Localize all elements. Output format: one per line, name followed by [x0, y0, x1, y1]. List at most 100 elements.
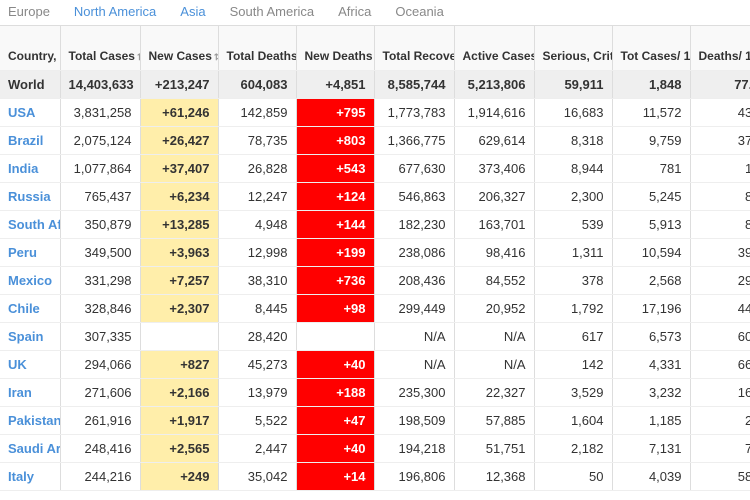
cell-deaths-per-m: 83	[690, 210, 750, 238]
country-link[interactable]: Pakistan	[8, 413, 60, 428]
country-link[interactable]: Chile	[8, 301, 40, 316]
cell-new-cases: +213,247	[140, 70, 218, 98]
cell-new-deaths	[296, 322, 374, 350]
tab-asia[interactable]: Asia	[180, 4, 205, 19]
cell-total-cases: 765,437	[60, 182, 140, 210]
cell-new-deaths: +40	[296, 350, 374, 378]
col-total-cases[interactable]: Total Cases⇅	[60, 26, 140, 70]
country-link[interactable]: Brazil	[8, 133, 43, 148]
cell-total-deaths: 12,247	[218, 182, 296, 210]
cell-total-deaths: 45,273	[218, 350, 296, 378]
col-active[interactable]: Active Cases⇅	[454, 26, 534, 70]
country-link[interactable]: Iran	[8, 385, 32, 400]
cell-active: 51,751	[454, 434, 534, 462]
cell-recovered: 8,585,744	[374, 70, 454, 98]
col-new-deaths[interactable]: New Deaths⇅	[296, 26, 374, 70]
country-link[interactable]: Russia	[8, 189, 51, 204]
cell-new-cases: +3,963	[140, 238, 218, 266]
cell-cases-per-m: 4,039	[612, 462, 690, 490]
table-row: UK294,066+82745,273+40N/AN/A1424,3316671…	[0, 350, 750, 378]
tab-north-america[interactable]: North America	[74, 4, 156, 19]
table-row: Pakistan261,916+1,9175,522+47198,50957,8…	[0, 406, 750, 434]
cell-deaths-per-m: 667	[690, 350, 750, 378]
cell-cases-per-m: 11,572	[612, 98, 690, 126]
cell-deaths-per-m: 580	[690, 462, 750, 490]
cell-country: Mexico	[0, 266, 60, 294]
country-link[interactable]: Italy	[8, 469, 34, 484]
cell-new-cases: +26,427	[140, 126, 218, 154]
cell-deaths-per-m: 431	[690, 98, 750, 126]
cell-cases-per-m: 17,196	[612, 294, 690, 322]
cell-total-deaths: 35,042	[218, 462, 296, 490]
cell-critical: 50	[534, 462, 612, 490]
cell-total-cases: 271,606	[60, 378, 140, 406]
table-row: South Africa350,879+13,2854,948+144182,2…	[0, 210, 750, 238]
country-link[interactable]: South Africa	[8, 217, 60, 232]
table-row: Spain307,33528,420N/AN/A6176,5736086,026…	[0, 322, 750, 350]
country-link[interactable]: Peru	[8, 245, 37, 260]
cell-recovered: 546,863	[374, 182, 454, 210]
cell-new-cases: +249	[140, 462, 218, 490]
cell-deaths-per-m: 442	[690, 294, 750, 322]
country-link[interactable]: Saudi Arabia	[8, 441, 60, 456]
cell-active: 629,614	[454, 126, 534, 154]
cell-total-cases: 350,879	[60, 210, 140, 238]
cell-deaths-per-m: 166	[690, 378, 750, 406]
col-cases-per-m[interactable]: Tot Cases/ 1M pop⇅	[612, 26, 690, 70]
cell-country: Iran	[0, 378, 60, 406]
cell-total-cases: 294,066	[60, 350, 140, 378]
header-row: Country, Other⇅ Total Cases⇅ New Cases⇅ …	[0, 26, 750, 70]
table-row: USA3,831,258+61,246142,859+7951,773,7831…	[0, 98, 750, 126]
table-row: Chile328,846+2,3078,445+98299,44920,9521…	[0, 294, 750, 322]
cell-total-deaths: 604,083	[218, 70, 296, 98]
cell-country: Spain	[0, 322, 60, 350]
cell-cases-per-m: 5,913	[612, 210, 690, 238]
cell-total-cases: 3,831,258	[60, 98, 140, 126]
country-link[interactable]: India	[8, 161, 38, 176]
col-new-cases[interactable]: New Cases⇅	[140, 26, 218, 70]
cell-recovered: 677,630	[374, 154, 454, 182]
cell-total-cases: 261,916	[60, 406, 140, 434]
country-link[interactable]: USA	[8, 105, 35, 120]
cell-recovered: 238,086	[374, 238, 454, 266]
cell-recovered: 194,218	[374, 434, 454, 462]
tab-south-america[interactable]: South America	[230, 4, 315, 19]
cell-active: 57,885	[454, 406, 534, 434]
cell-new-cases: +1,917	[140, 406, 218, 434]
country-link[interactable]: Mexico	[8, 273, 52, 288]
cell-total-cases: 1,077,864	[60, 154, 140, 182]
cell-deaths-per-m: 297	[690, 266, 750, 294]
table-row: Mexico331,298+7,25738,310+736208,43684,5…	[0, 266, 750, 294]
country-link[interactable]: UK	[8, 357, 27, 372]
cell-active: 12,368	[454, 462, 534, 490]
col-recovered[interactable]: Total Recovered⇅	[374, 26, 454, 70]
tab-africa[interactable]: Africa	[338, 4, 371, 19]
col-deaths-per-m[interactable]: Deaths/ 1M pop⇅	[690, 26, 750, 70]
tab-europe[interactable]: Europe	[8, 4, 50, 19]
tab-oceania[interactable]: Oceania	[395, 4, 443, 19]
cell-critical: 1,792	[534, 294, 612, 322]
cell-recovered: 208,436	[374, 266, 454, 294]
cell-critical: 8,944	[534, 154, 612, 182]
cell-total-deaths: 5,522	[218, 406, 296, 434]
cell-deaths-per-m: 394	[690, 238, 750, 266]
col-total-deaths[interactable]: Total Deaths⇅	[218, 26, 296, 70]
cell-cases-per-m: 2,568	[612, 266, 690, 294]
cell-new-deaths: +47	[296, 406, 374, 434]
cell-country: Italy	[0, 462, 60, 490]
cell-recovered: 299,449	[374, 294, 454, 322]
cell-critical: 8,318	[534, 126, 612, 154]
col-critical[interactable]: Serious, Critical⇅	[534, 26, 612, 70]
cell-total-deaths: 8,445	[218, 294, 296, 322]
cell-new-deaths: +14	[296, 462, 374, 490]
col-country[interactable]: Country, Other⇅	[0, 26, 60, 70]
cell-country: South Africa	[0, 210, 60, 238]
cell-new-deaths: +795	[296, 98, 374, 126]
cell-new-deaths: +199	[296, 238, 374, 266]
country-link[interactable]: Spain	[8, 329, 43, 344]
cell-active: 20,952	[454, 294, 534, 322]
cell-total-cases: 331,298	[60, 266, 140, 294]
cell-total-deaths: 142,859	[218, 98, 296, 126]
table-row: Peru349,500+3,96312,998+199238,08698,416…	[0, 238, 750, 266]
cell-critical: 617	[534, 322, 612, 350]
